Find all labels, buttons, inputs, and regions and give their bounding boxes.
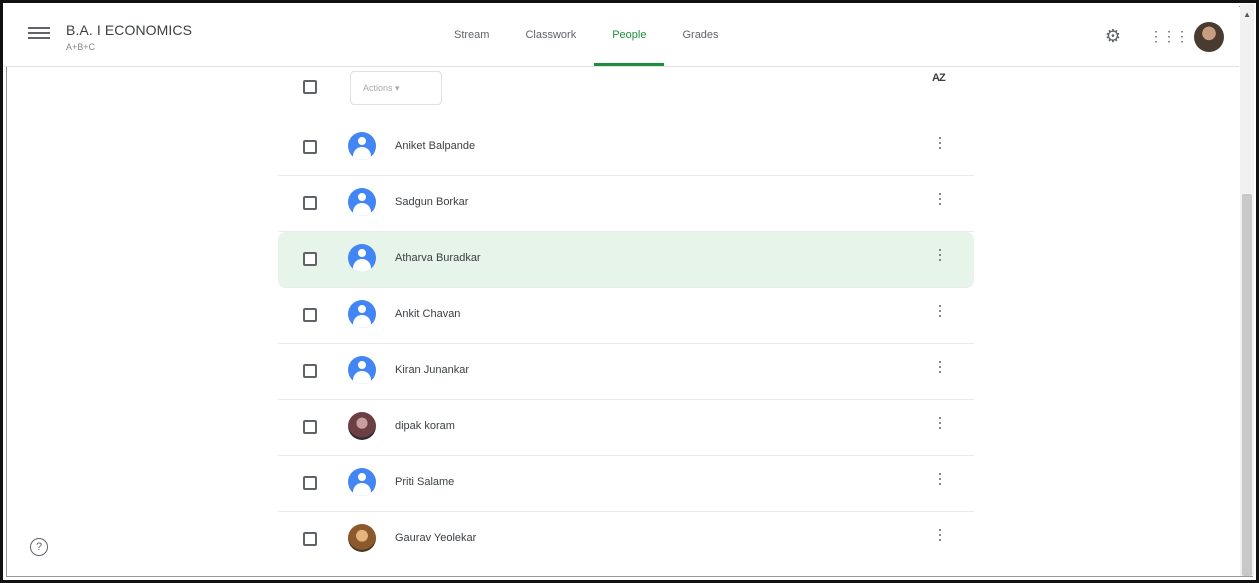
class-tabs: Stream Classwork People Grades — [436, 4, 737, 66]
tab-classwork[interactable]: Classwork — [507, 4, 594, 66]
more-vert-icon[interactable] — [933, 134, 947, 158]
more-vert-icon[interactable] — [933, 246, 947, 270]
avatar — [348, 356, 376, 384]
more-vert-icon[interactable] — [933, 526, 947, 550]
select-all-checkbox[interactable] — [303, 80, 317, 94]
sort-az-icon[interactable]: AZ — [932, 72, 946, 84]
tab-stream[interactable]: Stream — [436, 4, 507, 66]
help-icon[interactable]: ? — [30, 538, 48, 556]
more-vert-icon[interactable] — [933, 302, 947, 326]
student-name: Atharva Buradkar — [395, 252, 481, 264]
student-row[interactable]: Priti Salame — [278, 456, 974, 512]
row-checkbox[interactable] — [303, 308, 317, 322]
vertical-scrollbar[interactable]: ▲ — [1240, 4, 1254, 576]
actions-dropdown[interactable]: Actions ▾ — [350, 71, 442, 105]
student-name: dipak koram — [395, 420, 455, 432]
more-vert-icon[interactable] — [933, 358, 947, 382]
tab-people[interactable]: People — [594, 4, 665, 66]
class-section: A+B+C — [66, 42, 96, 52]
hamburger-icon[interactable] — [28, 24, 50, 44]
student-name: Ankit Chavan — [395, 308, 461, 320]
scrollbar-thumb[interactable] — [1242, 194, 1252, 576]
student-row[interactable]: Atharva Buradkar — [278, 232, 974, 288]
avatar — [348, 132, 376, 160]
avatar — [348, 412, 376, 440]
list-toolbar: Actions ▾ AZ — [278, 66, 974, 120]
top-app-bar: B.A. I ECONOMICS A+B+C Stream Classwork … — [4, 4, 1239, 67]
avatar — [348, 468, 376, 496]
more-vert-icon[interactable] — [933, 414, 947, 438]
row-checkbox[interactable] — [303, 420, 317, 434]
student-name: Sadgun Borkar — [395, 196, 469, 208]
avatar — [348, 524, 376, 552]
student-name: Gaurav Yeolekar — [395, 532, 477, 544]
avatar — [348, 244, 376, 272]
row-checkbox[interactable] — [303, 364, 317, 378]
row-checkbox[interactable] — [303, 532, 317, 546]
avatar — [348, 188, 376, 216]
row-checkbox[interactable] — [303, 140, 317, 154]
more-vert-icon[interactable] — [933, 470, 947, 494]
class-title[interactable]: B.A. I ECONOMICS — [66, 22, 192, 38]
people-list: Actions ▾ AZ Aniket Balpande Sadgun Bork… — [278, 66, 974, 567]
avatar — [348, 300, 376, 328]
scroll-up-icon[interactable]: ▲ — [1243, 10, 1251, 19]
student-name: Aniket Balpande — [395, 140, 476, 152]
student-name: Priti Salame — [395, 476, 455, 488]
gear-icon[interactable]: ⚙ — [1102, 25, 1124, 47]
student-row[interactable]: dipak koram — [278, 400, 974, 456]
tab-grades[interactable]: Grades — [664, 4, 736, 66]
row-checkbox[interactable] — [303, 196, 317, 210]
student-row[interactable]: Gaurav Yeolekar — [278, 512, 974, 567]
student-row[interactable]: Aniket Balpande — [278, 120, 974, 176]
row-checkbox[interactable] — [303, 252, 317, 266]
student-row[interactable]: Sadgun Borkar — [278, 176, 974, 232]
row-checkbox[interactable] — [303, 476, 317, 490]
more-vert-icon[interactable] — [933, 190, 947, 214]
student-row[interactable]: Kiran Junankar — [278, 344, 974, 400]
student-name: Kiran Junankar — [395, 364, 469, 376]
student-row[interactable]: Ankit Chavan — [278, 288, 974, 344]
account-avatar[interactable] — [1194, 22, 1224, 52]
grid-icon[interactable]: ⋮⋮⋮ — [1149, 25, 1189, 47]
